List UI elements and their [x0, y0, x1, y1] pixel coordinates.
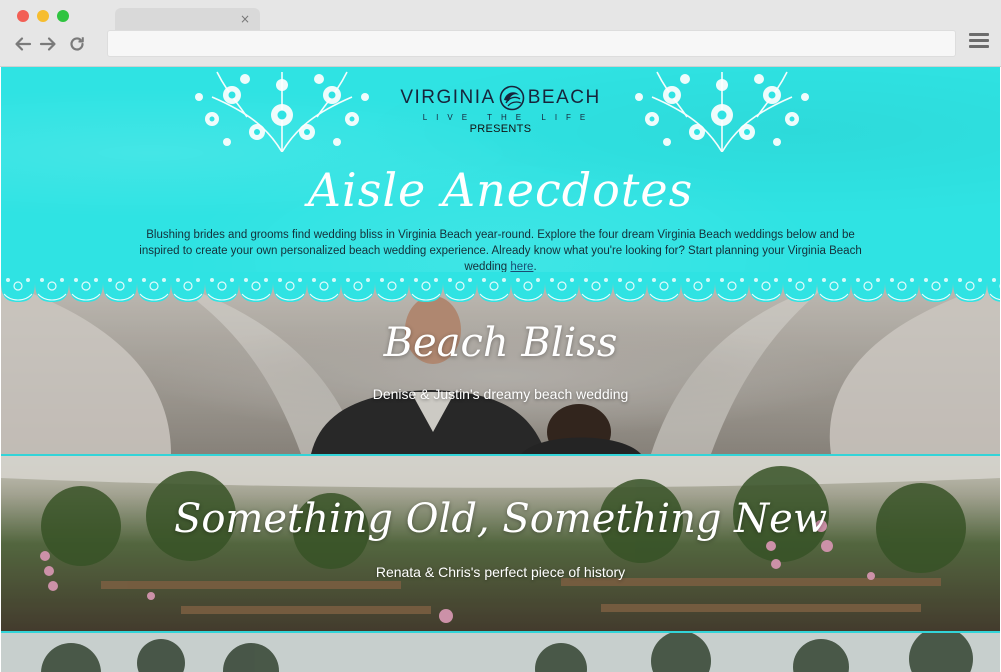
- trees-photo: [1, 633, 1000, 672]
- browser-chrome: ×: [0, 0, 1001, 67]
- close-window-button[interactable]: [17, 10, 29, 22]
- presents-label: PRESENTS: [469, 123, 532, 135]
- reception-photo: [1, 456, 1000, 631]
- intro-text: Blushing brides and grooms find wedding …: [139, 229, 862, 273]
- story-title: Something Old, Something New: [173, 496, 828, 542]
- minimize-window-button[interactable]: [37, 10, 49, 22]
- tab-close-icon[interactable]: ×: [240, 11, 250, 27]
- section-divider: [1, 454, 1000, 456]
- section-divider: [1, 631, 1000, 633]
- brand-logo[interactable]: VIRGINIA BEACH LIVE THE LIFE PRESENTS: [1, 85, 1000, 135]
- logo-word-right: BEACH: [527, 87, 601, 108]
- back-icon[interactable]: [13, 34, 33, 54]
- wave-logo-icon: [499, 85, 525, 111]
- page-title: Aisle Anecdotes: [307, 163, 694, 217]
- story-subtitle: Renata & Chris's perfect piece of histor…: [375, 564, 626, 580]
- lace-border: [1, 272, 1000, 308]
- address-bar[interactable]: [107, 30, 956, 57]
- story-card-something-old[interactable]: Something Old, Something New Renata & Ch…: [1, 456, 1000, 631]
- reload-icon[interactable]: [67, 34, 87, 54]
- menu-icon[interactable]: [969, 33, 989, 53]
- logo-word-left: VIRGINIA: [400, 87, 496, 108]
- hero-header: VIRGINIA BEACH LIVE THE LIFE PRESENTS Ai…: [1, 67, 1000, 282]
- logo-tagline: LIVE THE LIFE: [422, 113, 595, 122]
- maximize-window-button[interactable]: [57, 10, 69, 22]
- story-card-partial[interactable]: [1, 633, 1000, 672]
- story-subtitle: Denise & Justin's dreamy beach wedding: [372, 386, 629, 402]
- window-controls: [17, 10, 69, 22]
- browser-tab[interactable]: ×: [115, 8, 260, 30]
- story-title: Beach Bliss: [383, 320, 618, 366]
- page-viewport: VIRGINIA BEACH LIVE THE LIFE PRESENTS Ai…: [1, 67, 1000, 672]
- intro-paragraph: Blushing brides and grooms find wedding …: [129, 227, 872, 275]
- forward-icon[interactable]: [38, 34, 58, 54]
